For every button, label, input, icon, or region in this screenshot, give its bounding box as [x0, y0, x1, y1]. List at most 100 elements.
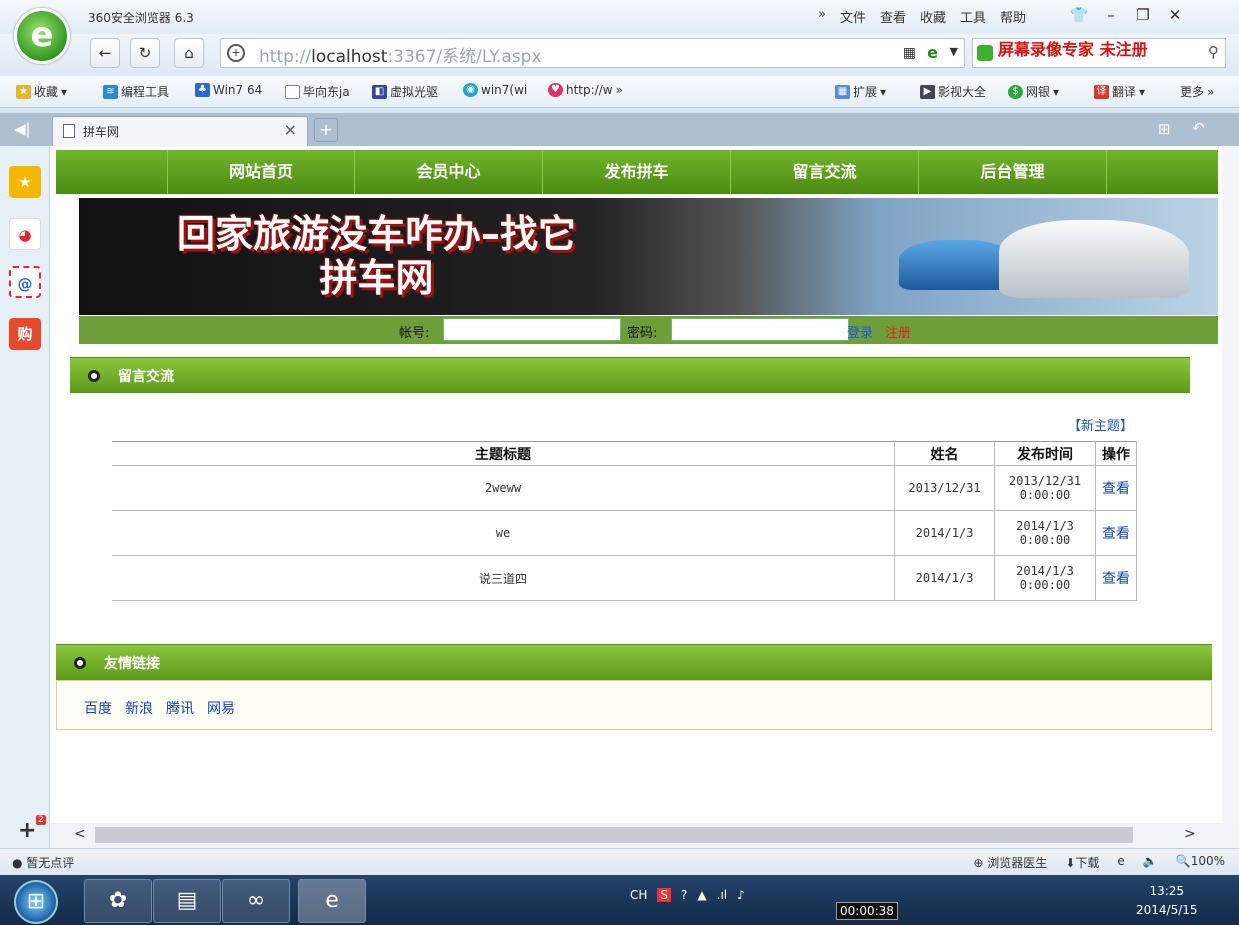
address-url[interactable]: http://localhost:3367/系统/LY.aspx [259, 42, 542, 67]
link-tencent[interactable]: 腾讯 [166, 698, 194, 718]
recorder-watermark: 屏幕录像专家 未注册 [998, 40, 1148, 59]
skin-icon[interactable]: 👕 [1063, 2, 1095, 28]
row-time: 2014/1/3 0:00:00 [994, 555, 1096, 601]
new-topic-link[interactable]: 【新主题】 [1068, 415, 1133, 434]
sogou-icon[interactable]: S [657, 888, 672, 902]
start-button[interactable]: ⊞ [14, 880, 58, 924]
weibo-icon[interactable]: ◕ [9, 218, 41, 250]
video-link[interactable]: ▶ 影视大全 [920, 83, 986, 100]
sidebar-toggle-icon[interactable]: ◀| [14, 120, 31, 138]
menu-collapse-icon[interactable]: » [818, 7, 826, 26]
security-icon[interactable]: + [227, 44, 245, 62]
network-icon[interactable]: ▲ [697, 888, 706, 902]
vertical-scrollbar[interactable] [1222, 146, 1239, 823]
friend-links: 百度 新浪 腾讯 网易 [84, 698, 235, 718]
favorite-item[interactable]: ♣ Win7 64 [195, 83, 262, 97]
favorite-item[interactable]: ≋ 编程工具 [103, 83, 169, 100]
volume-icon[interactable]: ♪ [737, 888, 745, 902]
qr-code-icon[interactable]: ▦ [903, 45, 916, 61]
rating-status[interactable]: ● 暂无点评 [12, 854, 74, 871]
ime-indicator[interactable]: CH [630, 888, 647, 902]
home-button[interactable]: ⌂ [174, 38, 204, 68]
favorite-item[interactable]: ♥ http://w » [548, 83, 623, 97]
help-icon[interactable]: ? [681, 888, 687, 902]
row-title: 说三道四 [112, 555, 896, 601]
menu-favorites[interactable]: 收藏 [920, 7, 946, 26]
extensions-menu[interactable]: ▦ 扩展 ▾ [835, 83, 886, 100]
close-tab-icon[interactable]: × [284, 120, 297, 139]
ie-mode-icon[interactable]: e [927, 43, 938, 62]
banner-slogan: 回家旅游没车咋办–找它 拼车网 [177, 212, 577, 300]
taskbar-app-vs[interactable]: ∞ [222, 879, 290, 923]
row-title: 2weww [112, 465, 896, 511]
register-link[interactable]: 注册 [885, 322, 911, 341]
scroll-right-icon[interactable]: > [1184, 826, 1196, 842]
back-button[interactable]: ← [90, 38, 120, 68]
favorites-star-icon[interactable]: ★ [9, 166, 41, 198]
taskbar-app-browser[interactable]: e [298, 879, 366, 923]
nav-message[interactable]: 留言交流 [731, 150, 919, 194]
translate-menu[interactable]: 译翻译 ▾ [1094, 83, 1145, 100]
undo-close-icon[interactable]: ↶ [1192, 119, 1205, 137]
bank-icon: $ [1008, 84, 1023, 99]
minimize-button[interactable]: – [1095, 2, 1127, 28]
restore-button[interactable]: ❐ [1127, 2, 1159, 28]
zoom-level[interactable]: 🔍100% [1176, 854, 1225, 871]
menu-help[interactable]: 帮助 [1000, 7, 1026, 26]
clock[interactable]: 13:25 2014/5/15 [1136, 882, 1198, 920]
nav-publish[interactable]: 发布拼车 [543, 150, 731, 194]
link-baidu[interactable]: 百度 [84, 698, 112, 718]
menu-view[interactable]: 查看 [880, 7, 906, 26]
view-link[interactable]: 查看 [1094, 510, 1138, 556]
more-menu[interactable]: 更多» [1180, 83, 1214, 100]
close-button[interactable]: ✕ [1159, 2, 1191, 28]
sidebar [0, 146, 50, 848]
browser-doctor[interactable]: ⊕ 浏览器医生 [973, 854, 1047, 871]
link-sina[interactable]: 新浪 [125, 698, 153, 718]
tab-list-icon[interactable]: ⊞ [1158, 120, 1171, 138]
search-engine-icon[interactable] [977, 45, 993, 61]
login-bar: 帐号: 密码: 登录 注册 [79, 316, 1218, 344]
download-button[interactable]: ⬇下载 [1065, 854, 1099, 871]
col-action: 操作 [1094, 441, 1138, 466]
tab-pinche[interactable]: 拼车网 × [52, 116, 308, 146]
nav-admin[interactable]: 后台管理 [919, 150, 1107, 194]
bullet-icon [74, 657, 86, 669]
menu-file[interactable]: 文件 [840, 7, 866, 26]
password-label: 密码: [627, 326, 658, 341]
menu-tools[interactable]: 工具 [960, 7, 986, 26]
nav-member[interactable]: 会员中心 [355, 150, 543, 194]
mail-icon[interactable]: @ [9, 266, 41, 298]
tab-label: 拼车网 [83, 125, 120, 139]
signal-icon[interactable]: .ıl [717, 888, 727, 902]
refresh-button[interactable]: ↻ [130, 38, 160, 68]
nav-home[interactable]: 网站首页 [167, 150, 355, 194]
favorites-menu[interactable]: ★ 收藏 ▾ [16, 83, 67, 100]
new-tab-button[interactable]: + [314, 118, 338, 142]
ie-icon[interactable]: e [1117, 854, 1124, 871]
banking-menu[interactable]: $ 网银 ▾ [1008, 83, 1059, 100]
favorite-item[interactable]: ◧ 虚拟光驱 [372, 83, 438, 100]
view-link[interactable]: 查看 [1094, 555, 1138, 601]
password-input[interactable] [671, 318, 849, 341]
shopping-icon[interactable]: 购 [9, 318, 41, 350]
view-link[interactable]: 查看 [1094, 465, 1138, 511]
favorite-item[interactable]: ◉ win7(wi [463, 83, 527, 97]
section-header-links: 友情链接 [56, 644, 1212, 680]
taskbar-app-recorder[interactable]: ✿ [84, 879, 152, 923]
favorite-item[interactable]: 毕向东ja [285, 83, 350, 100]
add-sidebar-icon[interactable]: + [18, 818, 36, 843]
section-title: 友情链接 [104, 656, 160, 672]
login-link[interactable]: 登录 [847, 322, 873, 341]
chevron-down-icon[interactable]: ▼ [950, 45, 958, 58]
col-time: 发布时间 [994, 441, 1096, 466]
address-bar[interactable]: + http://localhost:3367/系统/LY.aspx ▦ e ▼ [220, 38, 965, 68]
taskbar-app-explorer[interactable]: ▤ [153, 879, 221, 923]
paw-icon: ♣ [195, 83, 210, 97]
volume-icon[interactable]: 🔈 [1143, 854, 1158, 871]
scroll-left-icon[interactable]: < [74, 826, 86, 842]
account-input[interactable] [443, 318, 621, 341]
link-netease[interactable]: 网易 [207, 698, 235, 718]
search-icon[interactable]: ⚲ [1208, 43, 1219, 61]
scrollbar-thumb[interactable] [95, 827, 1133, 843]
